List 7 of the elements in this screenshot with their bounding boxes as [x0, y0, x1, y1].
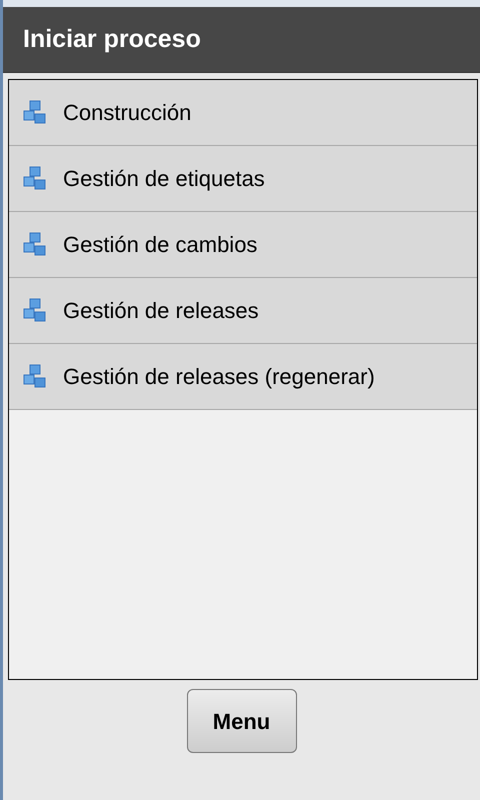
process-item[interactable]: Gestión de releases [9, 278, 477, 344]
menu-button[interactable]: Menu [186, 689, 296, 753]
process-item[interactable]: Gestión de cambios [9, 212, 477, 278]
process-item[interactable]: Gestión de etiquetas [9, 146, 477, 212]
screen-title: Iniciar proceso [23, 24, 201, 55]
process-item[interactable]: Gestión de releases (regenerar) [9, 344, 477, 410]
process-item[interactable]: Construcción [9, 80, 477, 146]
